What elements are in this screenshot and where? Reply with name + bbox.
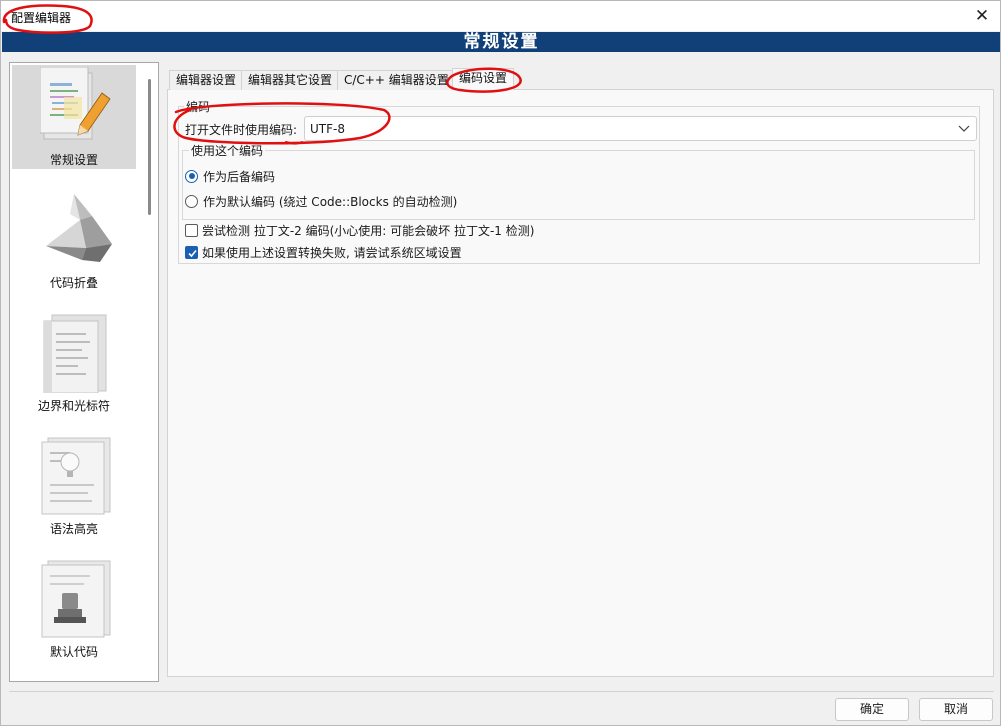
latin2-detect-checkbox[interactable] [185, 223, 198, 237]
latin2-detect-label: 尝试检测 拉丁文-2 编码(小心使用: 可能会破坏 拉丁文-1 检测) [202, 223, 535, 238]
encoding-group-title: 编码 [184, 98, 213, 115]
radio-button-unchecked[interactable] [185, 194, 198, 208]
radio-default-encoding[interactable]: 作为默认编码 (绕过 Code::Blocks 的自动检测) [185, 193, 457, 209]
sidebar-item-label: 常规设置 [49, 153, 98, 167]
tab-editor-other-settings[interactable]: 编辑器其它设置 [241, 70, 340, 90]
sidebar-item-margins-caret[interactable]: 边界和光标符 [12, 311, 136, 415]
sidebar-item-code-folding[interactable]: 代码折叠 [12, 188, 136, 292]
radio-button-checked[interactable] [185, 169, 198, 183]
sidebar-item-label: 默认代码 [49, 645, 98, 659]
chevron-down-icon [958, 121, 970, 135]
footer-divider [9, 691, 994, 692]
general-settings-icon [39, 66, 112, 147]
title-bar: 配置编辑器 ✕ [1, 1, 1000, 31]
sidebar-item-general[interactable]: 常规设置 [12, 65, 136, 169]
config-editor-window: 配置编辑器 ✕ 常规设置 常规设置 代码折叠 边界和光标符 语法高亮 默认代码 … [0, 0, 1001, 726]
sidebar-item-label: 语法高亮 [49, 522, 98, 536]
system-locale-label: 如果使用上述设置转换失败, 请尝试系统区域设置 [202, 245, 462, 260]
use-encoding-group-title: 使用这个编码 [189, 142, 266, 159]
use-encoding-group-box [182, 150, 975, 220]
encoding-select-value: UTF-8 [310, 122, 345, 136]
code-folding-icon [40, 190, 112, 270]
default-code-icon [40, 559, 112, 639]
tab-editor-settings[interactable]: 编辑器设置 [169, 70, 244, 90]
system-locale-checkbox-row[interactable]: 如果使用上述设置转换失败, 请尝试系统区域设置 [185, 244, 462, 260]
sidebar-item-label: 代码折叠 [49, 276, 98, 290]
sidebar-item-syntax-highlight[interactable]: 语法高亮 [12, 434, 136, 538]
radio-fallback-encoding[interactable]: 作为后备编码 [185, 168, 275, 184]
close-button[interactable]: ✕ [962, 1, 1000, 31]
tab-encoding-settings[interactable]: 编码设置 [452, 68, 515, 90]
scrollbar-thumb[interactable] [148, 79, 151, 215]
window-title: 配置编辑器 [11, 11, 72, 25]
sidebar-scrollbar[interactable] [140, 63, 158, 681]
radio-fallback-label: 作为后备编码 [203, 169, 276, 184]
encoding-select[interactable]: UTF-8 [304, 116, 977, 141]
system-locale-checkbox[interactable] [185, 245, 198, 259]
ok-button[interactable]: 确定 [835, 698, 909, 721]
section-banner: 常规设置 [2, 32, 1000, 52]
open-encoding-label: 打开文件时使用编码: [185, 123, 298, 137]
sidebar-item-default-code[interactable]: 默认代码 [12, 557, 136, 661]
syntax-highlight-icon [40, 436, 112, 516]
margins-caret-icon [40, 313, 112, 394]
sidebar-item-label: 边界和光标符 [37, 399, 110, 413]
settings-sidebar: 常规设置 代码折叠 边界和光标符 语法高亮 默认代码 [9, 62, 159, 682]
tab-cpp-editor-settings[interactable]: C/C++ 编辑器设置 [337, 70, 456, 90]
cancel-button[interactable]: 取消 [919, 698, 993, 721]
latin2-detect-checkbox-row[interactable]: 尝试检测 拉丁文-2 编码(小心使用: 可能会破坏 拉丁文-1 检测) [185, 222, 534, 238]
radio-default-label: 作为默认编码 (绕过 Code::Blocks 的自动检测) [203, 194, 458, 209]
